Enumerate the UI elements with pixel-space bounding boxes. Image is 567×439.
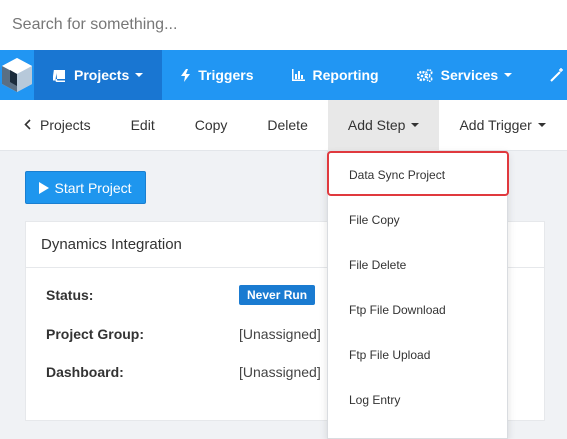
start-project-button[interactable]: Start Project bbox=[25, 171, 146, 204]
delete-button[interactable]: Delete bbox=[247, 100, 327, 150]
dashboard-label: Dashboard: bbox=[46, 364, 124, 380]
status-label: Status: bbox=[46, 287, 94, 303]
menu-item-data-sync-project[interactable]: Data Sync Project bbox=[328, 152, 507, 197]
nav-services-label: Services bbox=[440, 67, 499, 83]
nav-tools[interactable] bbox=[531, 50, 567, 100]
nav-triggers[interactable]: Triggers bbox=[162, 50, 272, 100]
add-step-label: Add Step bbox=[347, 117, 406, 133]
menu-item-file-delete[interactable]: File Delete bbox=[328, 242, 507, 287]
app-logo[interactable] bbox=[0, 50, 34, 100]
status-badge: Never Run bbox=[239, 285, 316, 305]
start-project-label: Start Project bbox=[54, 179, 132, 196]
nav-reporting[interactable]: Reporting bbox=[273, 50, 398, 100]
nav-services[interactable]: Services bbox=[398, 50, 532, 100]
add-step-button[interactable]: Add Step bbox=[327, 100, 440, 150]
bar-chart-icon bbox=[291, 69, 305, 81]
nav-projects[interactable]: Projects bbox=[34, 50, 163, 100]
play-icon bbox=[39, 181, 50, 194]
project-group-value: [Unassigned] bbox=[239, 326, 321, 342]
chevron-down-icon bbox=[504, 73, 513, 77]
book-icon bbox=[53, 69, 66, 82]
search-input[interactable] bbox=[12, 16, 567, 34]
wand-icon bbox=[550, 68, 564, 82]
menu-item-ftp-file-upload[interactable]: Ftp File Upload bbox=[328, 332, 507, 377]
menu-item-ftp-file-download[interactable]: Ftp File Download bbox=[328, 287, 507, 332]
chevron-down-icon bbox=[411, 123, 420, 127]
logo-icon bbox=[2, 58, 32, 92]
project-group-label: Project Group: bbox=[46, 326, 145, 342]
cogs-icon bbox=[416, 68, 433, 82]
add-step-dropdown-menu: Data Sync Project File Copy File Delete … bbox=[327, 151, 508, 439]
project-toolbar: Projects Edit Copy Delete Add Step Add T… bbox=[0, 100, 567, 151]
chevron-down-icon bbox=[135, 73, 144, 77]
copy-button[interactable]: Copy bbox=[175, 100, 248, 150]
search-bar bbox=[0, 0, 567, 50]
nav-projects-label: Projects bbox=[74, 67, 130, 83]
edit-button[interactable]: Edit bbox=[111, 100, 175, 150]
back-to-projects-link[interactable]: Projects bbox=[0, 100, 111, 150]
bolt-icon bbox=[181, 68, 191, 82]
menu-item-file-copy[interactable]: File Copy bbox=[328, 197, 507, 242]
chevron-down-icon bbox=[537, 123, 546, 127]
nav-reporting-label: Reporting bbox=[312, 67, 379, 83]
dashboard-value: [Unassigned] bbox=[239, 364, 321, 380]
chevron-left-icon bbox=[24, 117, 31, 133]
menu-item-log-entry[interactable]: Log Entry bbox=[328, 377, 507, 422]
add-trigger-button[interactable]: Add Trigger bbox=[439, 100, 565, 150]
main-navbar: Projects Triggers Reporting Services bbox=[0, 50, 567, 100]
back-label: Projects bbox=[40, 117, 91, 133]
nav-triggers-label: Triggers bbox=[198, 67, 254, 83]
add-trigger-label: Add Trigger bbox=[459, 117, 532, 133]
